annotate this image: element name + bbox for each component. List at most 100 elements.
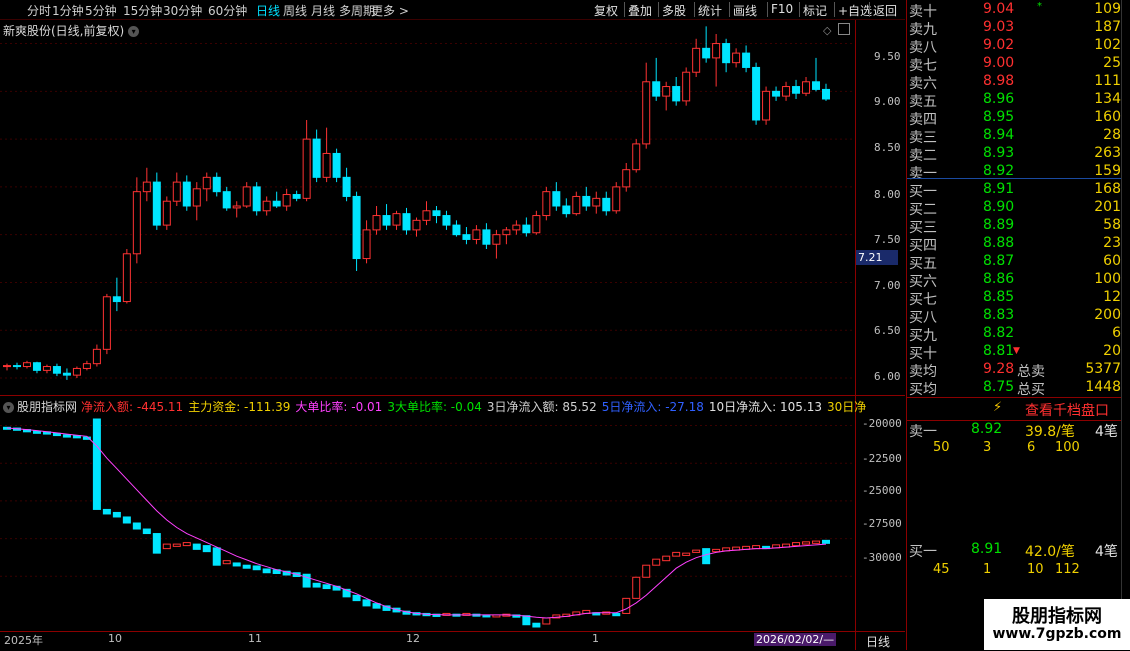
toolbar-separator (767, 2, 768, 17)
ask-row[interactable]: 卖三 8.94 28 (907, 127, 1121, 146)
indicator-bar (812, 540, 821, 544)
indicator-bar (252, 565, 261, 571)
bid-row[interactable]: 买一 8.91 168 (907, 181, 1121, 200)
total-sell-label: 总卖 (1017, 364, 1045, 380)
period-tab-6[interactable]: 日线 (256, 2, 280, 19)
level-volume: 58 (1103, 217, 1121, 233)
toolbar-action-5[interactable]: F10 (771, 2, 793, 16)
axis-divider (855, 631, 856, 650)
period-label[interactable]: 日线 (866, 633, 890, 650)
x-label-dec: 12 (406, 632, 420, 645)
total-buy-label: 总买 (1017, 382, 1045, 398)
period-tab-8[interactable]: 月线 (311, 2, 335, 19)
toolbar-action-4[interactable]: 画线 (733, 2, 757, 19)
bid-row[interactable]: 买九 8.82 6 (907, 325, 1121, 344)
bid-row[interactable]: 买四 8.88 23 (907, 235, 1121, 254)
ask-row[interactable]: 卖六 8.98 111 (907, 73, 1121, 92)
toolbar-action-7[interactable]: +自选 (838, 2, 872, 19)
queue-sell-header: 卖一 8.92 39.8/笔 4笔 (907, 421, 1121, 440)
level-volume: 134 (1094, 91, 1121, 107)
queue-order: 10 (1027, 562, 1044, 577)
toolbar-action-0[interactable]: 复权 (594, 2, 618, 19)
queue-buy-count: 4笔 (1095, 544, 1118, 560)
level-price: 8.82 (983, 325, 1015, 341)
indicator-chart[interactable] (0, 397, 905, 631)
candle-down (12, 365, 21, 368)
thousand-level-button[interactable]: ⚡ 查看千档盘口 (907, 399, 1121, 419)
queue-order: 50 (933, 440, 950, 455)
period-tab-4[interactable]: 30分钟 (163, 2, 202, 19)
x-label-year: 2025年 (4, 634, 43, 647)
period-tab-5[interactable]: 60分钟 (208, 2, 247, 19)
candle-up (22, 362, 31, 368)
ask-row[interactable]: 卖八 9.02 102 (907, 37, 1121, 56)
queue-sell-price: 8.92 (971, 421, 1003, 437)
candle-down (292, 194, 301, 199)
queue-sell-avg: 39.8/笔 (1025, 424, 1075, 440)
total-sell-value: 5377 (1085, 361, 1121, 377)
level-label: 买九 (909, 328, 937, 344)
level-price: 8.91 (983, 181, 1015, 197)
candle-down (752, 66, 761, 121)
bid-row[interactable]: 买五 8.87 60 (907, 253, 1121, 272)
candle-up (82, 363, 91, 369)
ask-row[interactable]: 卖九 9.03 187 (907, 19, 1121, 38)
period-tab-7[interactable]: 周线 (283, 2, 307, 19)
ask-row[interactable]: 卖四 8.95 160 (907, 109, 1121, 128)
current-price-tag: 7.21 (856, 250, 898, 265)
level-price: 8.95 (983, 109, 1015, 125)
bid-row[interactable]: 买六 8.86 100 (907, 271, 1121, 290)
ask-row[interactable]: 卖五 8.96 134 (907, 91, 1121, 110)
avg-sell-label: 卖均 (909, 364, 937, 380)
candle-down (442, 215, 451, 226)
period-tab-1[interactable]: 1分钟 (52, 2, 84, 19)
bid-ask-divider (907, 178, 1121, 179)
level-volume: 12 (1103, 289, 1121, 305)
toolbar-action-3[interactable]: 统计 (698, 2, 722, 19)
bid-row[interactable]: 买三 8.89 58 (907, 217, 1121, 236)
ask-row[interactable]: 卖十 9.04 * 109 (907, 1, 1121, 20)
candle-up (422, 210, 431, 221)
candle-down (702, 47, 711, 59)
toolbar-separator (624, 2, 625, 17)
toolbar-action-1[interactable]: 叠加 (628, 2, 652, 19)
level-price: 8.89 (983, 217, 1015, 233)
candle-up (242, 186, 251, 207)
level-label: 买一 (909, 184, 937, 200)
level-label: 卖八 (909, 40, 937, 56)
ask-row[interactable]: 卖七 9.00 25 (907, 55, 1121, 74)
ask-row[interactable]: 卖二 8.93 263 (907, 145, 1121, 164)
level-volume: 100 (1094, 271, 1121, 287)
candle-down (742, 52, 751, 68)
bid-row[interactable]: 买二 8.90 201 (907, 199, 1121, 218)
bid-row[interactable]: 买七 8.85 12 (907, 289, 1121, 308)
candle-up (122, 253, 131, 303)
period-tab-0[interactable]: 分时 (27, 2, 51, 19)
period-tab-3[interactable]: 15分钟 (123, 2, 162, 19)
indicator-bar (542, 617, 551, 625)
bid-row[interactable]: 买八 8.83 200 (907, 307, 1121, 326)
indicator-bar (682, 552, 691, 556)
toolbar-action-8[interactable]: 返回 (873, 2, 897, 19)
toolbar-action-2[interactable]: 多股 (662, 2, 686, 19)
candle-down (462, 234, 471, 240)
candle-up (102, 296, 111, 350)
candle-down (342, 176, 351, 197)
toolbar-action-6[interactable]: 标记 (803, 2, 827, 19)
indicator-bar (122, 516, 131, 524)
candlestick-chart[interactable] (0, 20, 905, 396)
candle-up (732, 52, 741, 64)
period-tab-9[interactable]: 多周期 (339, 2, 375, 19)
period-tab-2[interactable]: 5分钟 (85, 2, 117, 19)
indicator-bar (192, 543, 201, 550)
indicator-bar (612, 612, 621, 617)
candle-up (72, 367, 81, 376)
price-tick: 7.50 (874, 233, 901, 246)
candle-up (302, 138, 311, 199)
period-tab-10[interactable]: 更多 > (371, 2, 409, 19)
candle-up (572, 195, 581, 215)
candle-down (582, 195, 591, 207)
level-price: 9.04 (983, 1, 1015, 17)
queue-order: 100 (1055, 440, 1080, 455)
indicator-bar (242, 564, 251, 569)
